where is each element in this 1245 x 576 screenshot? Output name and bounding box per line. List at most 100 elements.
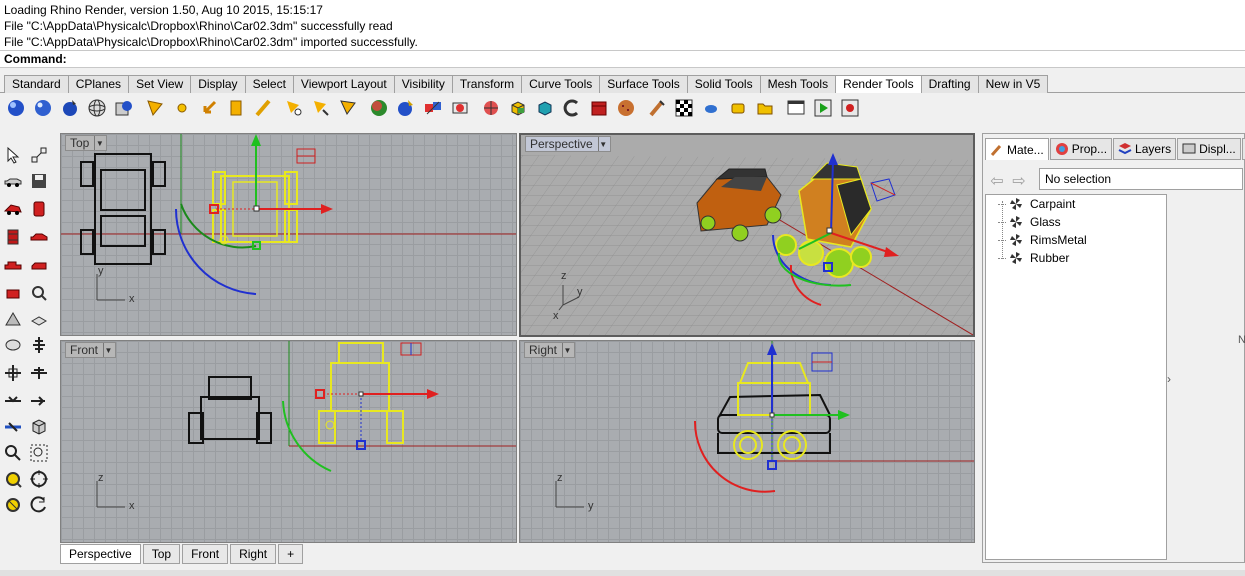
tab-transform[interactable]: Transform <box>451 75 523 93</box>
box-mapping-icon[interactable] <box>506 96 530 120</box>
array-icon[interactable] <box>2 390 24 412</box>
viewport-front[interactable]: z x Front ▼ <box>60 340 517 543</box>
tab-visibility[interactable]: Visibility <box>393 75 453 93</box>
folder-icon[interactable] <box>753 96 777 120</box>
turntable-icon[interactable] <box>614 96 638 120</box>
decal-icon[interactable] <box>448 96 472 120</box>
forward-arrow-icon[interactable]: ⇨ <box>1009 172 1029 190</box>
render-window-icon[interactable] <box>112 96 136 120</box>
magnifier-icon[interactable] <box>28 282 50 304</box>
light-properties-icon[interactable] <box>282 96 306 120</box>
red-block-icon[interactable] <box>28 198 50 220</box>
car-icon[interactable] <box>2 170 24 192</box>
select-icon[interactable] <box>2 144 24 166</box>
transform-icon[interactable] <box>28 362 50 384</box>
chevron-down-icon[interactable]: ▼ <box>103 343 113 357</box>
add-viewport-tab[interactable]: + <box>278 544 304 564</box>
point-icon[interactable] <box>28 144 50 166</box>
render-wireframe-icon[interactable] <box>85 96 109 120</box>
tab-set-view[interactable]: Set View <box>128 75 192 93</box>
red-car-side-icon[interactable] <box>28 226 50 248</box>
record-icon[interactable] <box>838 96 862 120</box>
red-car-icon[interactable] <box>2 198 24 220</box>
tab-curve-tools[interactable]: Curve Tools <box>521 75 601 93</box>
red-truck-icon[interactable] <box>2 254 24 276</box>
viewport-tab-front[interactable]: Front <box>182 544 229 564</box>
red-van-icon[interactable] <box>28 254 50 276</box>
sphere-mapping-icon[interactable] <box>533 96 557 120</box>
gray-shape-icon[interactable] <box>2 308 24 330</box>
viewport-right[interactable]: z y Right ▼ <box>519 340 975 543</box>
viewport-right-label[interactable]: Right ▼ <box>524 342 576 358</box>
export-icon[interactable] <box>784 96 808 120</box>
zoom-selected-icon[interactable] <box>2 494 24 516</box>
mirror-light-icon[interactable] <box>309 96 333 120</box>
environment-icon[interactable] <box>367 96 391 120</box>
flow-icon[interactable] <box>28 390 50 412</box>
red-box-icon[interactable] <box>2 282 24 304</box>
highlight-light-icon[interactable] <box>336 96 360 120</box>
tab-render-tools[interactable]: Render Tools <box>835 75 922 93</box>
render-preview-icon[interactable] <box>31 96 55 120</box>
chevron-down-icon[interactable]: ▼ <box>597 137 608 151</box>
render-settings-icon[interactable] <box>58 96 82 120</box>
ground-plane-icon[interactable] <box>587 96 611 120</box>
point-light-icon[interactable] <box>170 96 194 120</box>
rotate-view-icon[interactable] <box>28 494 50 516</box>
tab-solid-tools[interactable]: Solid Tools <box>686 75 761 93</box>
tab-standard[interactable]: Standard <box>4 75 69 93</box>
chevron-down-icon[interactable]: ▼ <box>94 136 104 150</box>
lasso-icon[interactable] <box>2 334 24 356</box>
paint-icon[interactable] <box>645 96 669 120</box>
viewport-top-label[interactable]: Top ▼ <box>65 135 108 151</box>
zoom-extents-icon[interactable] <box>28 468 50 490</box>
list-item[interactable]: Carpaint <box>998 195 1075 213</box>
gizmo-icon[interactable] <box>28 334 50 356</box>
tab-display[interactable]: Display <box>190 75 246 93</box>
chevron-down-icon[interactable]: ▼ <box>562 343 572 357</box>
checker-icon[interactable] <box>672 96 696 120</box>
save-icon[interactable] <box>28 170 50 192</box>
rectangular-light-icon[interactable] <box>224 96 248 120</box>
selection-field[interactable]: No selection <box>1039 168 1243 190</box>
tab-drafting[interactable]: Drafting <box>920 75 979 93</box>
viewport-tab-top[interactable]: Top <box>142 544 181 564</box>
texture-icon[interactable] <box>421 96 445 120</box>
panel-tab-properties[interactable]: Prop... <box>1049 138 1113 160</box>
viewport-perspective-label[interactable]: Perspective ▼ <box>525 136 611 152</box>
panel-tab-display[interactable]: Displ... <box>1177 138 1241 160</box>
tab-mesh-tools[interactable]: Mesh Tools <box>759 75 837 93</box>
material-editor-icon[interactable] <box>394 96 418 120</box>
cylinder-mapping-icon[interactable] <box>560 96 584 120</box>
tab-new-in-v5[interactable]: New in V5 <box>977 75 1049 93</box>
splitter-chevron-icon[interactable]: › <box>1167 372 1171 386</box>
tab-surface-tools[interactable]: Surface Tools <box>599 75 688 93</box>
mapping-icon[interactable] <box>479 96 503 120</box>
material-list[interactable]: Carpaint Glass RimsMetal Rubber <box>985 194 1167 560</box>
directional-light-icon[interactable] <box>197 96 221 120</box>
spotlight-icon[interactable] <box>143 96 167 120</box>
move-gizmo-icon[interactable] <box>2 362 24 384</box>
zoom-icon[interactable] <box>2 442 24 464</box>
render-sphere-icon[interactable] <box>4 96 28 120</box>
tab-viewport-layout[interactable]: Viewport Layout <box>292 75 395 93</box>
play-icon[interactable] <box>811 96 835 120</box>
flatten-icon[interactable] <box>2 416 24 438</box>
panel-tab-materials[interactable]: Mate... <box>985 138 1049 160</box>
list-item[interactable]: RimsMetal <box>998 231 1087 249</box>
list-item[interactable]: Rubber <box>998 249 1069 267</box>
linear-light-icon[interactable] <box>251 96 275 120</box>
zoom-target-icon[interactable] <box>2 468 24 490</box>
cylinder-small-icon[interactable] <box>726 96 750 120</box>
sheet-icon[interactable] <box>28 308 50 330</box>
panel-tab-layers[interactable]: Layers <box>1113 138 1177 160</box>
tab-select[interactable]: Select <box>244 75 294 93</box>
cube-icon[interactable] <box>28 416 50 438</box>
viewport-front-label[interactable]: Front ▼ <box>65 342 117 358</box>
list-item[interactable]: Glass <box>998 213 1061 231</box>
zoom-window-icon[interactable] <box>28 442 50 464</box>
viewport-top[interactable]: y x Top ▼ <box>60 133 517 336</box>
viewport-tab-perspective[interactable]: Perspective <box>60 544 141 564</box>
sphere-small-icon[interactable] <box>699 96 723 120</box>
red-cylinder-icon[interactable] <box>2 226 24 248</box>
